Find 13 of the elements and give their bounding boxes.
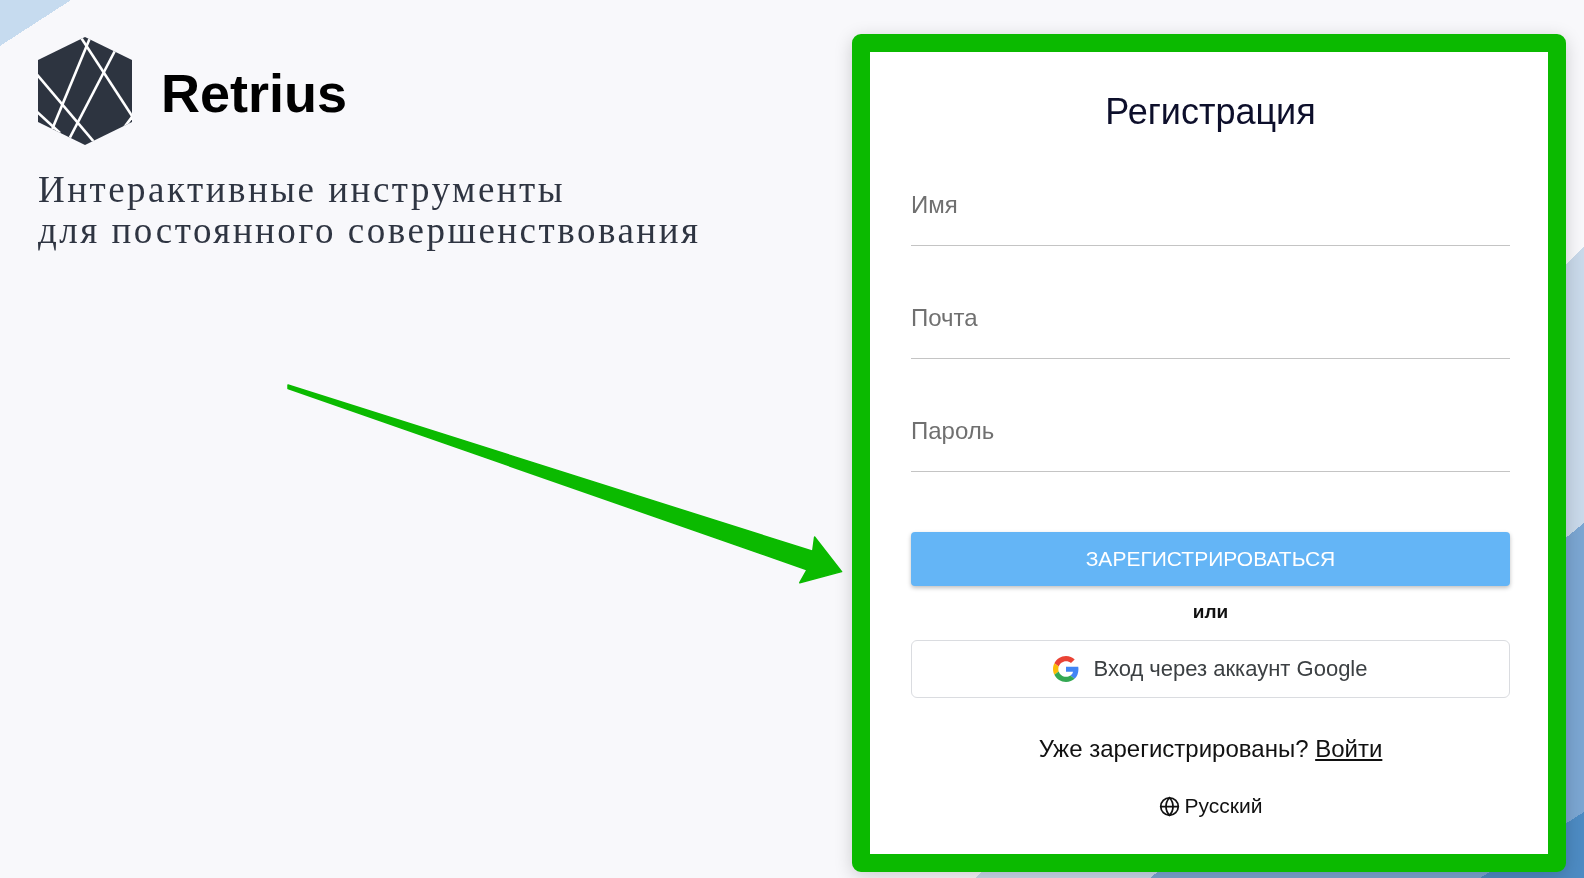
google-g-icon bbox=[1053, 656, 1080, 682]
language-selector[interactable]: Русский bbox=[1158, 793, 1263, 819]
globe-icon bbox=[1158, 795, 1180, 817]
separator-text: или bbox=[1192, 600, 1229, 624]
brand-name: Retrius bbox=[161, 62, 348, 125]
input-field[interactable]: Пароль bbox=[911, 416, 1510, 472]
tagline: Интерактивные инструменты для постоянного совершенствования bbox=[38, 169, 701, 251]
input-field[interactable]: Имя bbox=[911, 190, 1510, 246]
input-field[interactable]: Почта bbox=[911, 303, 1510, 359]
login-prompt: Уже зарегистрированы? Войти bbox=[1038, 734, 1383, 764]
form-title: Регистрация bbox=[1104, 90, 1317, 134]
login-link[interactable]: Войти bbox=[1315, 735, 1383, 762]
google-sign-in-button[interactable]: Вход через аккаунт Google bbox=[911, 640, 1510, 698]
